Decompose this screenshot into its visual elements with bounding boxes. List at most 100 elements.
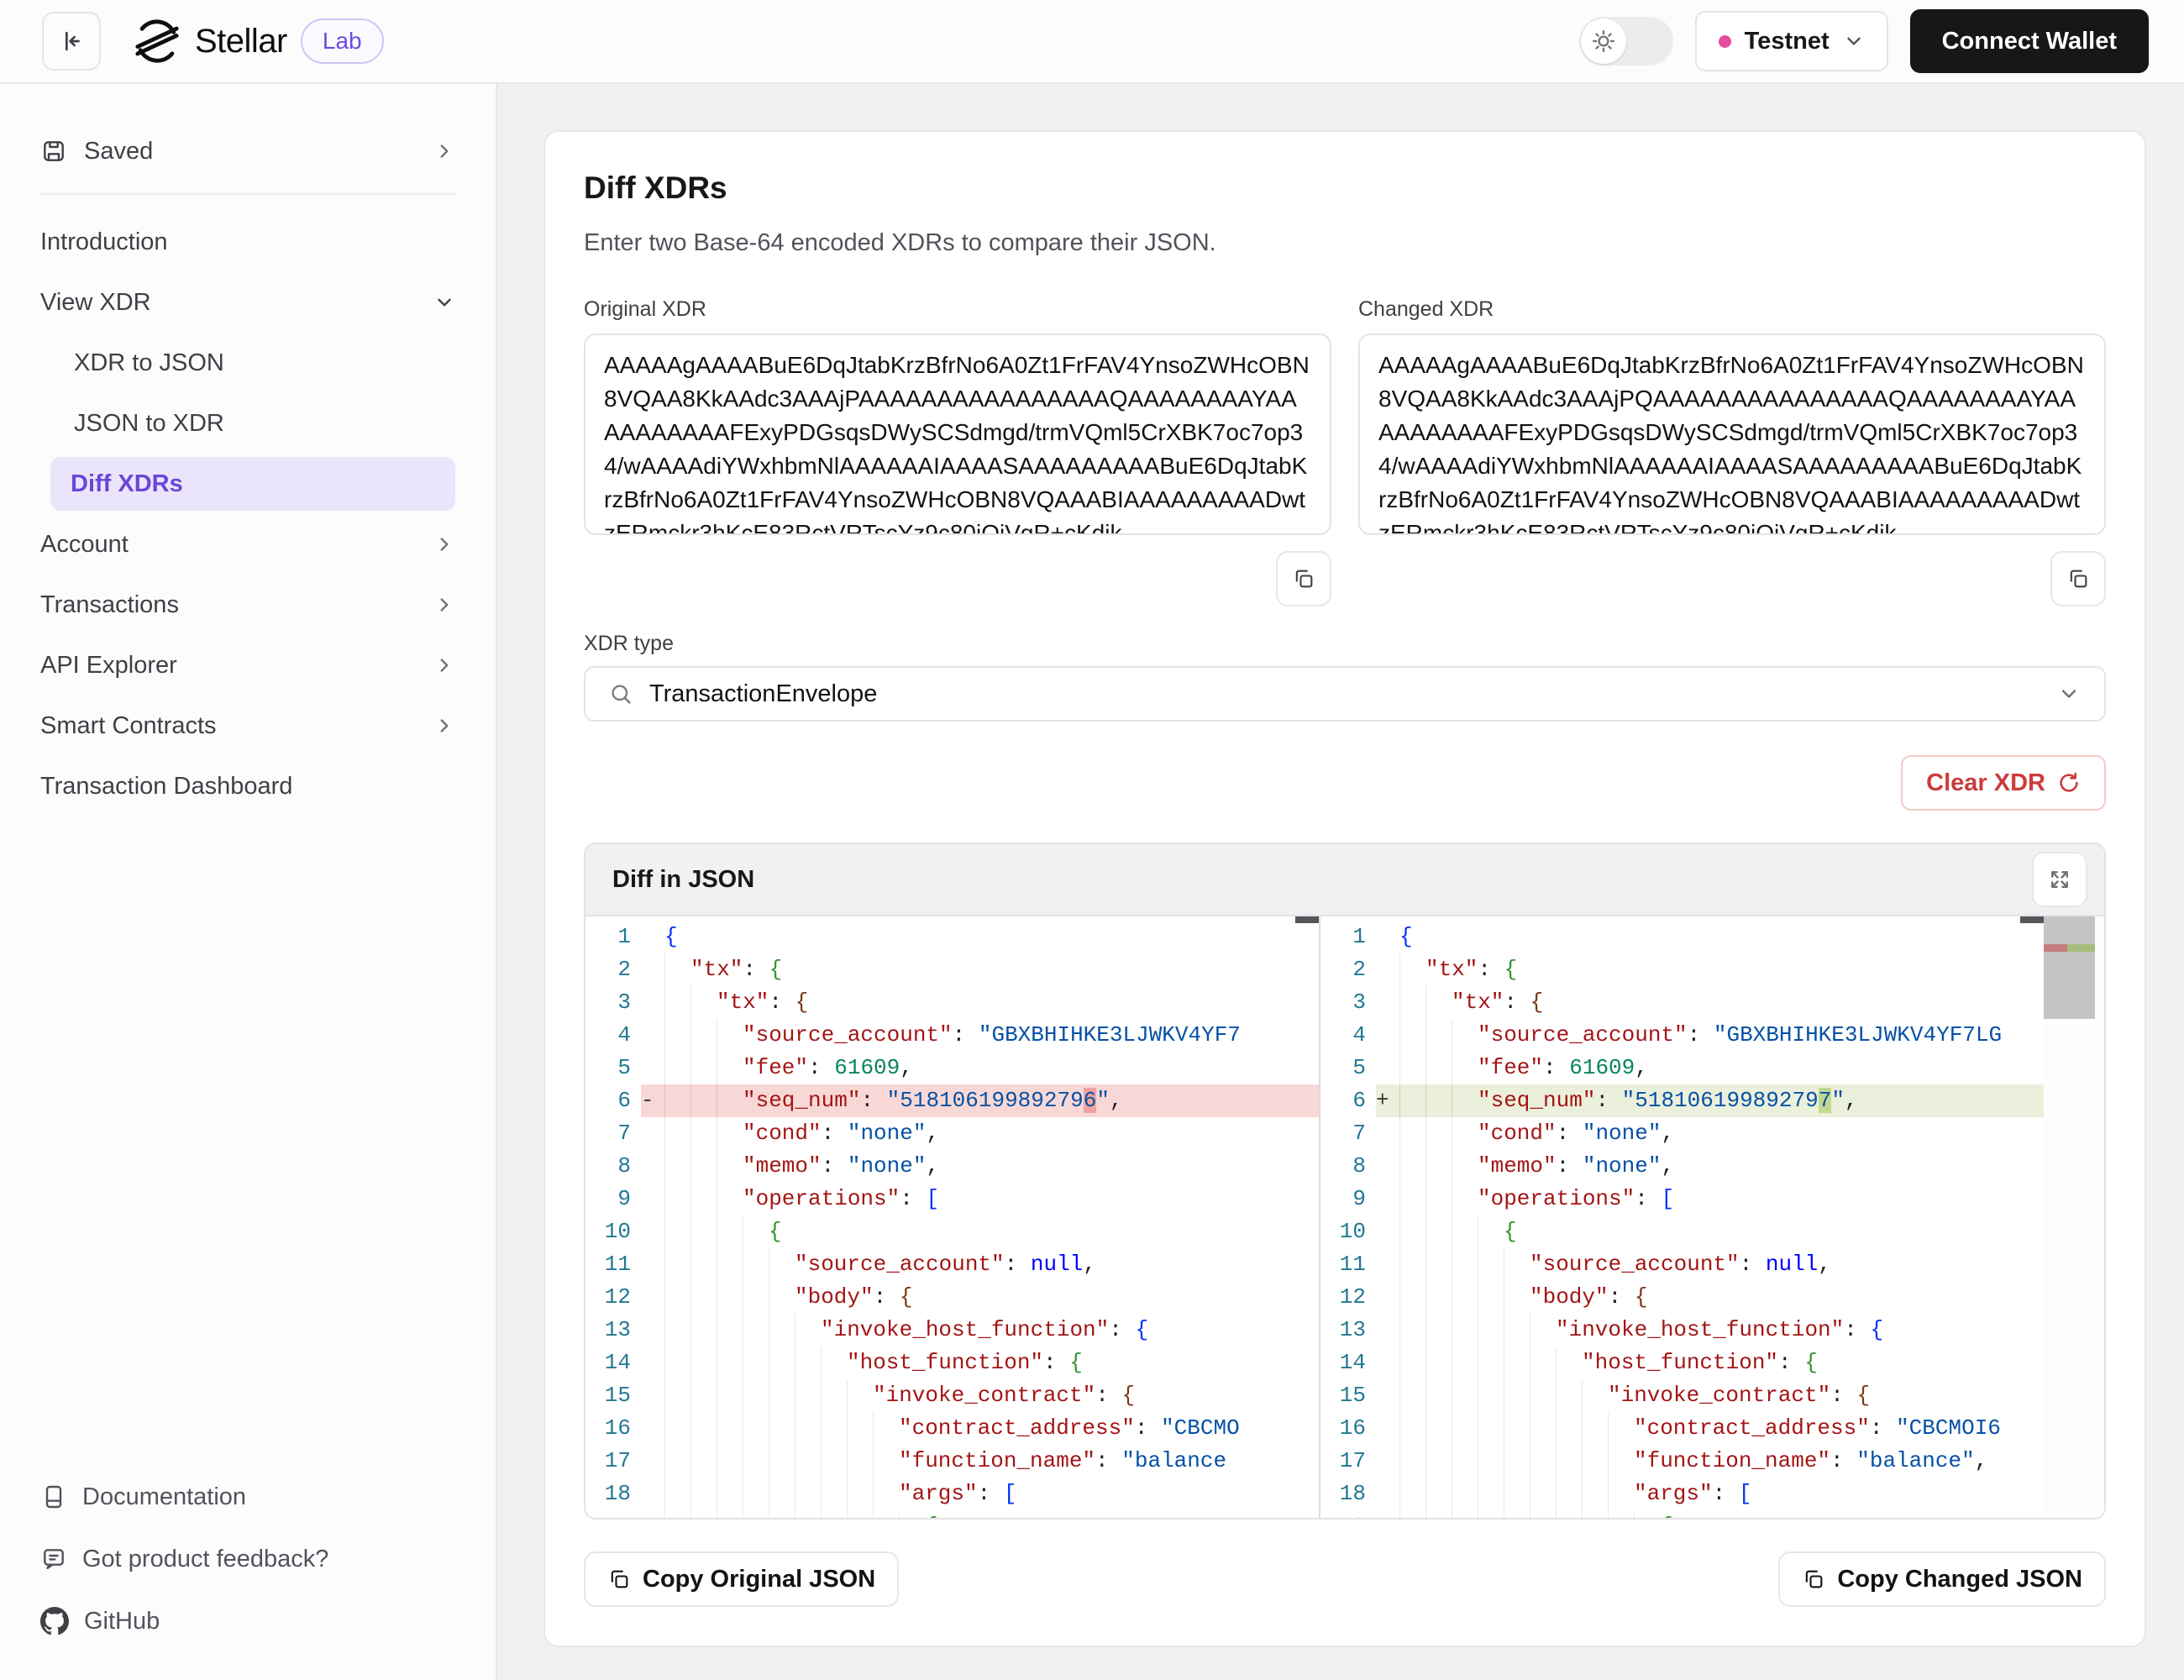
sidebar-item-json-to-xdr[interactable]: JSON to XDR	[40, 396, 455, 450]
code-line: 9"operations": [	[585, 1183, 1319, 1215]
code-line: 2"tx": {	[1320, 953, 2044, 986]
line-number: 14	[1320, 1347, 1376, 1379]
overview-insertion-mark	[2067, 944, 2095, 952]
sidebar-item-diff-xdrs-active[interactable]: Diff XDRs	[50, 457, 455, 511]
sidebar-link-label: Got product feedback?	[82, 1546, 328, 1573]
copy-original-json-button[interactable]: Copy Original JSON	[584, 1551, 899, 1607]
sidebar-item-label: API Explorer	[40, 652, 433, 680]
diff-marker	[1376, 1379, 1399, 1412]
xdr-type-label: XDR type	[584, 632, 2106, 656]
overview-ruler-thumb[interactable]	[2044, 916, 2095, 1019]
sidebar-item-label: Smart Contracts	[40, 712, 433, 740]
code-line: 16"contract_address": "CBCMO	[585, 1412, 1319, 1445]
sidebar-link-feedback[interactable]: Got product feedback?	[40, 1534, 455, 1584]
copy-changed-json-button[interactable]: Copy Changed JSON	[1778, 1551, 2106, 1607]
collapse-sidebar-button[interactable]	[42, 12, 101, 71]
copy-original-xdr-button[interactable]	[1276, 551, 1331, 606]
diff-marker	[1376, 1412, 1399, 1445]
line-number: 11	[585, 1248, 641, 1281]
copy-icon	[1292, 567, 1315, 591]
code-line: 8"memo": "none",	[585, 1150, 1319, 1183]
diff-marker	[641, 1183, 664, 1215]
sidebar-item-label: Diff XDRs	[71, 470, 183, 498]
code-line: 14"host_function": {	[1320, 1347, 2044, 1379]
code-line: 18"args": [	[585, 1478, 1319, 1510]
sidebar-item-xdr-to-json[interactable]: XDR to JSON	[40, 336, 455, 390]
overview-deletion-mark	[2044, 944, 2067, 952]
original-xdr-label: Original XDR	[584, 297, 1331, 322]
line-number: 2	[1320, 953, 1376, 986]
code-line: 5"fee": 61609,	[1320, 1052, 2044, 1084]
diff-marker	[641, 1019, 664, 1052]
sidebar-link-label: GitHub	[84, 1608, 160, 1635]
line-number: 15	[1320, 1379, 1376, 1412]
theme-toggle[interactable]	[1579, 17, 1673, 66]
sidebar-link-github[interactable]: GitHub	[40, 1596, 455, 1646]
line-number: 17	[585, 1445, 641, 1478]
code-line: 5"fee": 61609,	[585, 1052, 1319, 1084]
diff-xdrs-card: Diff XDRs Enter two Base-64 encoded XDRs…	[543, 130, 2146, 1647]
diff-in-json-panel: Diff in JSON 1{2"tx": {3"tx": {4"source_…	[584, 843, 2106, 1520]
diff-pane-changed[interactable]: 1{2"tx": {3"tx": {4"source_account": "GB…	[1320, 916, 2044, 1518]
copy-icon	[607, 1567, 631, 1591]
diff-marker: -	[641, 1084, 664, 1117]
refresh-icon	[2057, 771, 2081, 795]
line-number: 19	[1320, 1510, 1376, 1518]
scrollbar-thumb[interactable]	[1295, 916, 1319, 923]
code-line: 6-"seq_num": "518106199892796",	[585, 1084, 1319, 1117]
sidebar-item-label: View XDR	[40, 289, 433, 317]
line-number: 3	[1320, 986, 1376, 1019]
sidebar-item-transactions[interactable]: Transactions	[40, 578, 455, 632]
code-line: 16"contract_address": "CBCMOI6	[1320, 1412, 2044, 1445]
clear-xdr-button[interactable]: Clear XDR	[1901, 755, 2106, 811]
sidebar-item-introduction[interactable]: Introduction	[40, 215, 455, 269]
network-label: Testnet	[1745, 28, 1830, 55]
diff-marker	[1376, 986, 1399, 1019]
diff-marker	[641, 1445, 664, 1478]
connect-wallet-button[interactable]: Connect Wallet	[1910, 9, 2149, 73]
diff-editor: 1{2"tx": {3"tx": {4"source_account": "GB…	[585, 916, 2104, 1518]
code-line: 15"invoke_contract": {	[585, 1379, 1319, 1412]
line-number: 10	[585, 1215, 641, 1248]
copy-changed-xdr-button[interactable]	[2050, 551, 2106, 606]
line-number: 6	[1320, 1084, 1376, 1117]
scrollbar-thumb[interactable]	[2020, 916, 2044, 923]
network-select[interactable]: Testnet	[1695, 11, 1888, 71]
code-line: 11"source_account": null,	[585, 1248, 1319, 1281]
changed-xdr-input[interactable]: AAAAAgAAAABuE6DqJtabKrzBfrNo6A0Zt1FrFAV4…	[1358, 333, 2106, 535]
chevron-right-icon	[433, 654, 455, 676]
diff-marker	[641, 1347, 664, 1379]
line-number: 5	[1320, 1052, 1376, 1084]
line-number: 2	[585, 953, 641, 986]
sidebar-divider	[40, 193, 455, 195]
sidebar-item-smart-contracts[interactable]: Smart Contracts	[40, 699, 455, 753]
diff-marker	[1376, 1314, 1399, 1347]
sidebar-link-documentation[interactable]: Documentation	[40, 1472, 455, 1522]
expand-diff-button[interactable]	[2032, 852, 2087, 907]
diff-pane-original[interactable]: 1{2"tx": {3"tx": {4"source_account": "GB…	[585, 916, 1319, 1518]
lab-badge: Lab	[301, 18, 384, 64]
search-icon	[609, 682, 633, 706]
diff-marker	[1376, 1052, 1399, 1084]
diff-marker	[641, 1412, 664, 1445]
code-line: 4"source_account": "GBXBHIHKE3LJWKV4YF7L…	[1320, 1019, 2044, 1052]
xdr-type-select[interactable]: TransactionEnvelope	[584, 666, 2106, 722]
line-number: 17	[1320, 1445, 1376, 1478]
page-description: Enter two Base-64 encoded XDRs to compar…	[584, 229, 2106, 257]
original-xdr-input[interactable]: AAAAAgAAAABuE6DqJtabKrzBfrNo6A0Zt1FrFAV4…	[584, 333, 1331, 535]
save-icon	[40, 138, 67, 165]
sidebar-item-label: Account	[40, 531, 433, 559]
sidebar-item-account[interactable]: Account	[40, 517, 455, 571]
sidebar-item-api-explorer[interactable]: API Explorer	[40, 638, 455, 692]
code-line: 10{	[585, 1215, 1319, 1248]
sidebar-item-view-xdr[interactable]: View XDR	[40, 276, 455, 329]
line-number: 5	[585, 1052, 641, 1084]
brand-logo[interactable]: Stellar Lab	[133, 17, 384, 66]
sidebar-item-saved[interactable]: Saved	[40, 124, 455, 178]
diff-marker	[1376, 1215, 1399, 1248]
xdr-type-value: TransactionEnvelope	[649, 680, 2040, 708]
diff-marker	[641, 921, 664, 953]
sidebar-item-transaction-dashboard[interactable]: Transaction Dashboard	[40, 759, 455, 813]
code-line: 19{	[585, 1510, 1319, 1518]
line-number: 3	[585, 986, 641, 1019]
